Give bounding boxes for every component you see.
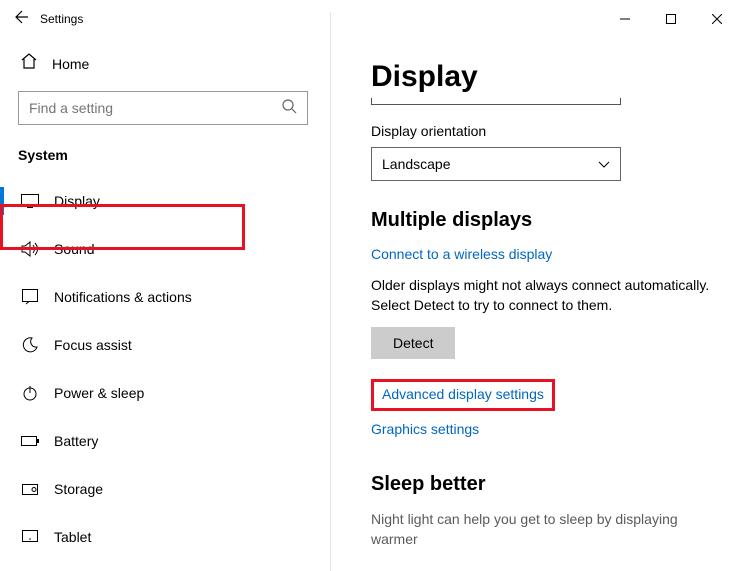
window-controls (602, 4, 740, 34)
advanced-display-link[interactable]: Advanced display settings (382, 386, 544, 402)
search-icon (281, 98, 297, 119)
sleep-better-title: Sleep better (371, 473, 724, 496)
battery-icon (20, 431, 40, 451)
titlebar: Settings (0, 0, 748, 38)
minimize-icon (620, 14, 630, 24)
nav-label: Notifications & actions (54, 289, 192, 305)
sidebar-item-notifications[interactable]: Notifications & actions (0, 273, 318, 321)
close-icon (712, 14, 722, 24)
power-icon (20, 383, 40, 403)
storage-icon (20, 479, 40, 499)
monitor-icon (20, 191, 40, 211)
nav-label: Storage (54, 481, 103, 497)
sidebar: Home System Display Sound Notifications … (0, 38, 330, 571)
sidebar-item-display[interactable]: Display (0, 177, 318, 225)
sidebar-item-storage[interactable]: Storage (0, 465, 318, 513)
sidebar-item-battery[interactable]: Battery (0, 417, 318, 465)
maximize-button[interactable] (648, 4, 694, 34)
category-label: System (12, 139, 318, 177)
notifications-icon (20, 287, 40, 307)
nav-label: Power & sleep (54, 385, 144, 401)
nav-label: Focus assist (54, 337, 132, 353)
sidebar-home[interactable]: Home (12, 46, 318, 89)
sidebar-item-tablet[interactable]: Tablet (0, 513, 318, 561)
search-box[interactable] (18, 91, 308, 125)
minimize-button[interactable] (602, 4, 648, 34)
detect-button[interactable]: Detect (371, 327, 455, 359)
sidebar-item-sound[interactable]: Sound (0, 225, 318, 273)
page-title: Display (371, 60, 724, 94)
orientation-dropdown[interactable]: Landscape (371, 147, 621, 181)
back-button[interactable] (8, 9, 36, 30)
nav-label: Display (54, 193, 100, 209)
nav-label: Tablet (54, 529, 91, 545)
window-title: Settings (40, 12, 83, 26)
highlight-box-advanced: Advanced display settings (371, 379, 555, 411)
nav-label: Sound (54, 241, 94, 257)
arrow-left-icon (14, 9, 30, 25)
home-icon (20, 52, 38, 75)
orientation-value: Landscape (382, 156, 451, 172)
close-button[interactable] (694, 4, 740, 34)
main-content: Display Display orientation Landscape Mu… (331, 38, 748, 571)
chevron-down-icon (598, 156, 610, 172)
orientation-label: Display orientation (371, 123, 724, 139)
maximize-icon (666, 14, 676, 24)
multiple-displays-title: Multiple displays (371, 209, 724, 232)
sidebar-item-power[interactable]: Power & sleep (0, 369, 318, 417)
home-label: Home (52, 56, 89, 72)
graphics-settings-link[interactable]: Graphics settings (371, 421, 479, 437)
sound-icon (20, 239, 40, 259)
wireless-display-link[interactable]: Connect to a wireless display (371, 246, 552, 262)
older-displays-text: Older displays might not always connect … (371, 276, 711, 315)
moon-icon (20, 335, 40, 355)
sidebar-item-focus[interactable]: Focus assist (0, 321, 318, 369)
nav-label: Battery (54, 433, 98, 449)
sleep-better-text: Night light can help you get to sleep by… (371, 510, 711, 549)
bracket-divider (371, 98, 621, 105)
search-input[interactable] (29, 100, 281, 116)
nav-list: Display Sound Notifications & actions Fo… (0, 177, 318, 561)
tablet-icon (20, 527, 40, 547)
